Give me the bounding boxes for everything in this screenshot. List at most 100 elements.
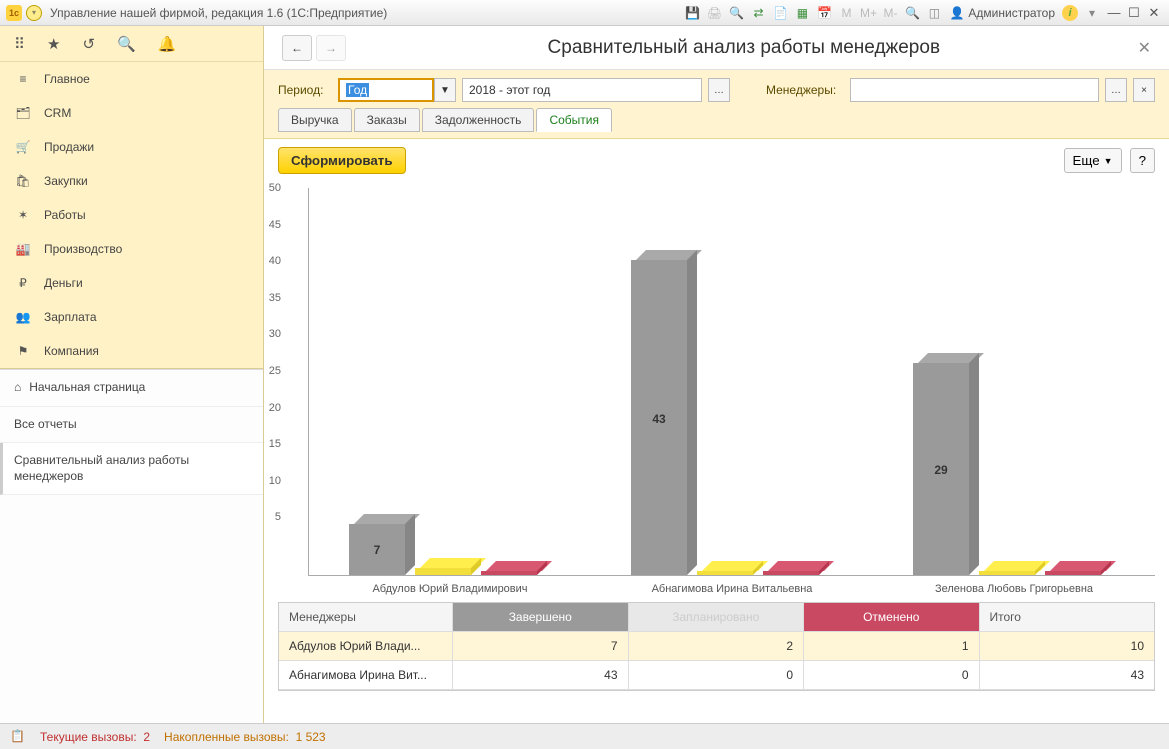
status-icon: 📋 [10,729,26,745]
nav-icon: ⚑ [14,344,32,358]
nav-toolbar: ⠿ ★ ↺ 🔍 🔔 [0,26,263,62]
bar-chart: 5101520253035404550 7 Абдулов Юрий Влади… [308,188,1155,576]
nav-icon: 🏭 [14,242,32,256]
close-tab-button[interactable]: ✕ [1138,38,1151,58]
current-report-link[interactable]: Сравнительный анализ работы менеджеров [0,443,263,495]
status-bar: 📋 Текущие вызовы: 2 Накопленные вызовы: … [0,723,1169,749]
save-icon[interactable]: 💾 [683,4,701,22]
nav-item-4[interactable]: ✶Работы [0,198,263,232]
back-button[interactable]: ← [282,35,312,61]
more-button[interactable]: Еще▼ [1064,148,1122,173]
nav-icon: 👥 [14,310,32,324]
results-table: Менеджеры Завершено Запланировано Отмене… [278,602,1155,691]
app-icon: 1c [6,5,22,21]
help-button[interactable]: ? [1130,148,1155,173]
m-plus-icon[interactable]: M+ [859,4,877,22]
x-category-label: Абнагимова Ирина Витальевна [591,583,873,595]
bar-value-label: 29 [913,463,969,477]
current-calls: Текущие вызовы: 2 [40,730,150,744]
maximize-button[interactable]: ☐ [1125,5,1143,21]
period-type-dropdown-icon[interactable]: ▼ [434,78,456,102]
x-category-label: Зеленова Любовь Григорьевна [873,583,1155,595]
col-done[interactable]: Завершено [453,603,629,632]
preview-icon[interactable]: 🔍 [727,4,745,22]
info-dropdown-icon[interactable]: ▾ [1083,4,1101,22]
doc-icon[interactable]: 📄 [771,4,789,22]
nav-item-5[interactable]: 🏭Производство [0,232,263,266]
minimize-button[interactable]: — [1105,5,1123,20]
nav-icon: ✶ [14,208,32,222]
table-row[interactable]: Абнагимова Ирина Вит... 43 0 0 43 [279,661,1154,690]
apps-icon[interactable]: ⠿ [14,35,25,53]
user-label[interactable]: 👤Администратор [949,6,1055,20]
zoom-icon[interactable]: 🔍 [903,4,921,22]
period-value-field[interactable]: 2018 - этот год [462,78,702,102]
close-window-button[interactable]: ✕ [1145,5,1163,21]
nav-icon: 🛒 [14,140,32,154]
period-type-select[interactable]: Год ▼ [338,78,456,102]
col-total[interactable]: Итого [980,603,1155,632]
nav-icon: 🗂 [14,106,32,120]
calendar-icon[interactable]: 📅 [815,4,833,22]
report-toolbar: Сформировать Еще▼ ? [264,139,1169,182]
tab-1[interactable]: Заказы [354,108,420,132]
bar-value-label: 7 [349,543,405,557]
bar-group: 7 Абдулов Юрий Владимирович [309,188,591,575]
content-header: ← → Сравнительный анализ работы менеджер… [264,26,1169,70]
bar-group: 43 Абнагимова Ирина Витальевна [591,188,873,575]
content-area: ← → Сравнительный анализ работы менеджер… [264,26,1169,723]
bars-area: 7 Абдулов Юрий Владимирович 43 Абнагимов… [309,188,1155,575]
history-icon[interactable]: ↺ [82,35,95,53]
page-title: Сравнительный анализ работы менеджеров [350,37,1138,59]
tab-3[interactable]: События [536,108,612,132]
app-menu-dropdown[interactable]: ▾ [26,5,42,21]
chart-container: 5101520253035404550 7 Абдулов Юрий Влади… [264,182,1169,576]
print-icon[interactable]: 🖨 [705,4,723,22]
period-picker-button[interactable]: … [708,78,730,102]
home-icon: ⌂ [14,380,21,396]
managers-field[interactable] [850,78,1099,102]
nav-item-7[interactable]: 👥Зарплата [0,300,263,334]
metric-tabs: ВыручкаЗаказыЗадолженностьСобытия [278,108,1155,132]
bell-icon[interactable]: 🔔 [158,35,177,53]
all-reports-link[interactable]: Все отчеты [0,407,263,444]
bar-group: 29 Зеленова Любовь Григорьевна [873,188,1155,575]
tab-2[interactable]: Задолженность [422,108,535,132]
col-planned[interactable]: Запланировано [629,603,805,632]
col-cancelled[interactable]: Отменено [804,603,980,632]
home-page-link[interactable]: ⌂Начальная страница [0,370,263,407]
nav-item-0[interactable]: ≡Главное [0,62,263,96]
accumulated-calls: Накопленные вызовы: 1 523 [164,730,326,744]
nav-icon: 🛍 [14,174,32,188]
window-title: Управление нашей фирмой, редакция 1.6 (1… [50,6,387,20]
x-category-label: Абдулов Юрий Владимирович [309,583,591,595]
generate-button[interactable]: Сформировать [278,147,406,174]
compare-icon[interactable]: ⇄ [749,4,767,22]
nav-item-8[interactable]: ⚑Компания [0,334,263,368]
table-header-row: Менеджеры Завершено Запланировано Отмене… [279,603,1154,632]
parameters-panel: Период: Год ▼ 2018 - этот год … Менеджер… [264,70,1169,139]
search-icon[interactable]: 🔍 [117,35,136,53]
managers-label: Менеджеры: [766,83,844,97]
user-icon: 👤 [949,6,964,20]
favorite-icon[interactable]: ★ [47,35,60,53]
managers-clear-button[interactable]: × [1133,78,1155,102]
table-row[interactable]: Абдулов Юрий Влади... 7 2 1 10 [279,632,1154,661]
m-icon[interactable]: M [837,4,855,22]
nav-icon: ≡ [14,72,32,86]
nav-item-2[interactable]: 🛒Продажи [0,130,263,164]
period-label: Период: [278,83,332,97]
m-minus-icon[interactable]: M- [881,4,899,22]
nav-item-3[interactable]: 🛍Закупки [0,164,263,198]
col-managers[interactable]: Менеджеры [279,603,453,632]
nav-item-1[interactable]: 🗂CRM [0,96,263,130]
forward-button[interactable]: → [316,35,346,61]
nav-item-6[interactable]: ₽Деньги [0,266,263,300]
bar-value-label: 43 [631,412,687,426]
tab-0[interactable]: Выручка [278,108,352,132]
info-icon[interactable]: i [1062,5,1078,21]
titlebar: 1c ▾ Управление нашей фирмой, редакция 1… [0,0,1169,26]
grid-icon[interactable]: ▦ [793,4,811,22]
panels-icon[interactable]: ◫ [925,4,943,22]
managers-picker-button[interactable]: … [1105,78,1127,102]
